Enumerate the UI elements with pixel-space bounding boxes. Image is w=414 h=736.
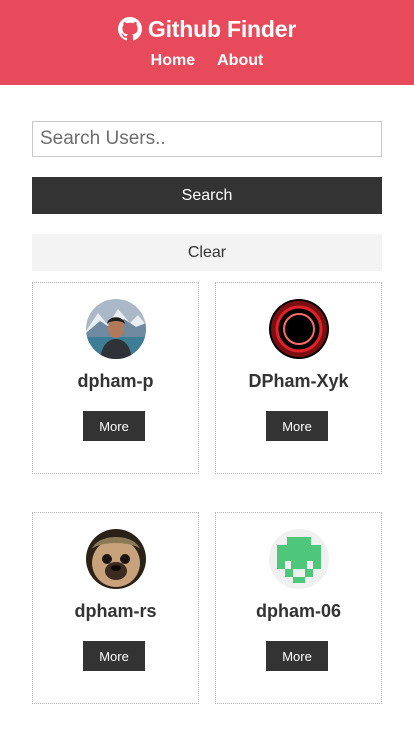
- brand[interactable]: Github Finder: [0, 14, 414, 44]
- more-button[interactable]: More: [83, 411, 145, 441]
- app-title: Github Finder: [147, 15, 297, 42]
- nav-link-about[interactable]: About: [217, 52, 263, 72]
- nav-link-home[interactable]: Home: [151, 52, 195, 72]
- more-button[interactable]: More: [266, 411, 328, 441]
- clear-button[interactable]: Clear: [32, 234, 382, 271]
- user-card: DPham-Xyk More: [215, 282, 382, 474]
- search-input[interactable]: [32, 121, 382, 157]
- nav-links: Home About: [0, 52, 414, 72]
- user-card: dpham-rs More: [32, 512, 199, 704]
- user-avatar: [269, 299, 329, 359]
- more-button[interactable]: More: [266, 641, 328, 671]
- username: DPham-Xyk: [248, 371, 349, 391]
- username: dpham-06: [255, 601, 342, 621]
- user-card: dpham-p More: [32, 282, 199, 474]
- user-avatar: [86, 529, 146, 589]
- more-button[interactable]: More: [83, 641, 145, 671]
- user-avatar: [86, 299, 146, 359]
- user-card: dpham-06 More: [215, 512, 382, 704]
- navbar: Github Finder Home About: [0, 0, 414, 85]
- username: dpham-rs: [74, 601, 157, 621]
- user-avatar: [269, 529, 329, 589]
- github-icon: [117, 17, 142, 41]
- search-button[interactable]: Search: [32, 177, 382, 214]
- username: dpham-p: [77, 371, 154, 391]
